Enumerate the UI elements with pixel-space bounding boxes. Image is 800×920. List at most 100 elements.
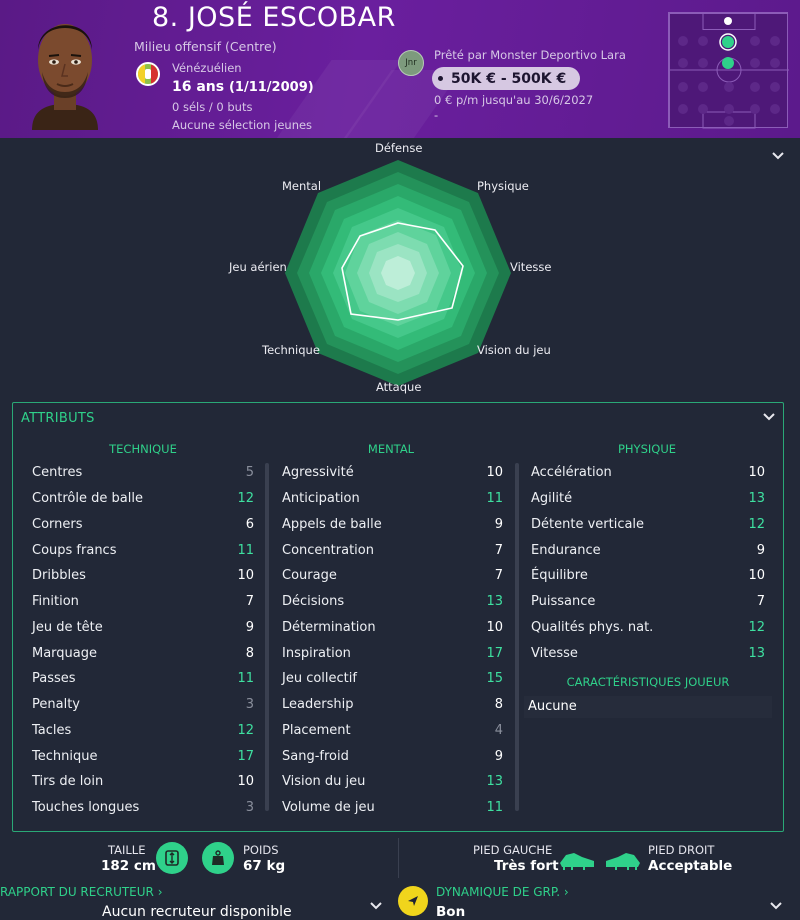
attribute-row[interactable]: Vision du jeu 13 — [282, 769, 503, 795]
attribute-name: Tirs de loin — [32, 774, 104, 790]
weight-value: 67 kg — [243, 858, 286, 874]
column-divider — [265, 463, 269, 811]
attribute-name: Concentration — [282, 542, 374, 558]
club-badge-icon[interactable]: Jnr — [398, 50, 424, 76]
attribute-row[interactable]: Marquage 8 — [32, 640, 254, 666]
attribute-value: 13 — [486, 594, 503, 610]
attributes-panel: ATTRIBUTS TECHNIQUE MENTAL PHYSIQUE Cent… — [12, 402, 784, 832]
attribute-row[interactable]: Équilibre 10 — [531, 563, 765, 589]
scout-report-value: Aucun recruteur disponible — [102, 904, 292, 920]
transfer-value-badge: 50K € - 500K € — [432, 67, 580, 90]
attribute-row[interactable]: Accélération 10 — [531, 460, 765, 486]
attribute-value: 7 — [756, 594, 765, 610]
attribute-row[interactable]: Détente verticale 12 — [531, 512, 765, 538]
attribute-row[interactable]: Coups francs 11 — [32, 537, 254, 563]
attribute-row[interactable]: Penalty 3 — [32, 692, 254, 718]
attribute-value: 9 — [756, 542, 765, 558]
attribute-name: Corners — [32, 516, 83, 532]
attribute-name: Leadership — [282, 697, 354, 713]
chevron-down-icon[interactable] — [763, 413, 775, 421]
attribute-name: Agressivité — [282, 465, 354, 481]
attribute-row[interactable]: Contrôle de balle 12 — [32, 486, 254, 512]
attribute-name: Sang-froid — [282, 748, 349, 764]
attribute-row[interactable]: Courage 7 — [282, 563, 503, 589]
attribute-value: 17 — [486, 645, 503, 661]
attribute-row[interactable]: Tacles 12 — [32, 718, 254, 744]
radar-label-vision: Vision du jeu — [477, 343, 551, 357]
attributes-title: ATTRIBUTS — [21, 411, 95, 426]
attribute-row[interactable]: Puissance 7 — [531, 589, 765, 615]
attribute-row[interactable]: Centres 5 — [32, 460, 254, 486]
attribute-row[interactable]: Corners 6 — [32, 512, 254, 538]
pitch-diagram — [669, 13, 789, 129]
attribute-name: Penalty — [32, 697, 80, 713]
technique-heading: TECHNIQUE — [109, 442, 177, 456]
chevron-down-icon[interactable] — [770, 902, 782, 910]
weight-icon — [202, 842, 234, 874]
attribute-row[interactable]: Appels de balle 9 — [282, 512, 503, 538]
attribute-name: Placement — [282, 722, 351, 738]
attribute-row[interactable]: Agilité 13 — [531, 486, 765, 512]
attribute-value: 17 — [237, 748, 254, 764]
attribute-row[interactable]: Tirs de loin 10 — [32, 769, 254, 795]
scout-report-link[interactable]: RAPPORT DU RECRUTEUR › — [0, 885, 163, 899]
attribute-value: 10 — [237, 774, 254, 790]
venezuela-flag-icon — [136, 62, 160, 86]
radar-label-vitesse: Vitesse — [510, 260, 552, 274]
attribute-row[interactable]: Passes 11 — [32, 666, 254, 692]
radar-label-technique: Technique — [262, 343, 320, 357]
attribute-name: Accélération — [531, 465, 612, 481]
attribute-row[interactable]: Sang-froid 9 — [282, 743, 503, 769]
attribute-name: Vision du jeu — [282, 774, 366, 790]
radar-chart — [285, 160, 511, 386]
right-foot-value: Acceptable — [648, 858, 733, 874]
attribute-name: Puissance — [531, 594, 596, 610]
attribute-value: 15 — [486, 671, 503, 687]
attribute-value: 11 — [486, 800, 503, 816]
attribute-value: 12 — [237, 722, 254, 738]
attribute-row[interactable]: Agressivité 10 — [282, 460, 503, 486]
attribute-value: 11 — [486, 491, 503, 507]
position-pitch-map — [668, 12, 789, 129]
chevron-down-icon[interactable] — [370, 902, 382, 910]
attribute-row[interactable]: Touches longues 3 — [32, 795, 254, 821]
group-dynamics-icon — [398, 886, 428, 916]
attribute-value: 9 — [494, 516, 503, 532]
column-divider — [515, 463, 519, 811]
attribute-name: Jeu de tête — [32, 619, 103, 635]
radar-label-physique: Physique — [477, 179, 529, 193]
traits-heading: CARACTÉRISTIQUES JOUEUR — [566, 675, 730, 689]
group-dynamics-link[interactable]: DYNAMIQUE DE GRP. › — [436, 885, 569, 899]
attribute-name: Dribbles — [32, 568, 86, 584]
attribute-row[interactable]: Leadership 8 — [282, 692, 503, 718]
attribute-name: Appels de balle — [282, 516, 382, 532]
attribute-value: 8 — [245, 645, 254, 661]
attribute-row[interactable]: Jeu collectif 15 — [282, 666, 503, 692]
transfer-value: 50K € - 500K € — [451, 70, 567, 87]
attribute-row[interactable]: Décisions 13 — [282, 589, 503, 615]
nationality: Vénézuélien — [172, 61, 242, 75]
attribute-value: 3 — [245, 697, 254, 713]
player-name: 8. JOSÉ ESCOBAR — [152, 2, 396, 33]
attribute-value: 7 — [494, 568, 503, 584]
attribute-name: Décisions — [282, 594, 345, 610]
attribute-row[interactable]: Placement 4 — [282, 718, 503, 744]
attribute-row[interactable]: Technique 17 — [32, 743, 254, 769]
attribute-row[interactable]: Volume de jeu 11 — [282, 795, 503, 821]
attribute-row[interactable]: Anticipation 11 — [282, 486, 503, 512]
physique-column: Accélération 10 Agilité 13 Détente verticale… — [531, 460, 765, 666]
attribute-name: Jeu collectif — [282, 671, 357, 687]
attribute-row[interactable]: Jeu de tête 9 — [32, 615, 254, 641]
attribute-row[interactable]: Endurance 9 — [531, 537, 765, 563]
attribute-row[interactable]: Concentration 7 — [282, 537, 503, 563]
loan-info[interactable]: Prêté par Monster Deportivo Lara — [434, 48, 626, 62]
attribute-value: 12 — [748, 619, 765, 635]
attribute-row[interactable]: Dribbles 10 — [32, 563, 254, 589]
attribute-row[interactable]: Finition 7 — [32, 589, 254, 615]
attribute-row[interactable]: Détermination 10 — [282, 615, 503, 641]
attribute-row[interactable]: Inspiration 17 — [282, 640, 503, 666]
attribute-name: Agilité — [531, 491, 573, 507]
attribute-row[interactable]: Qualités phys. nat. 12 — [531, 615, 765, 641]
attribute-radar: Défense Physique Vitesse Vision du jeu A… — [0, 138, 800, 400]
attribute-row[interactable]: Vitesse 13 — [531, 640, 765, 666]
